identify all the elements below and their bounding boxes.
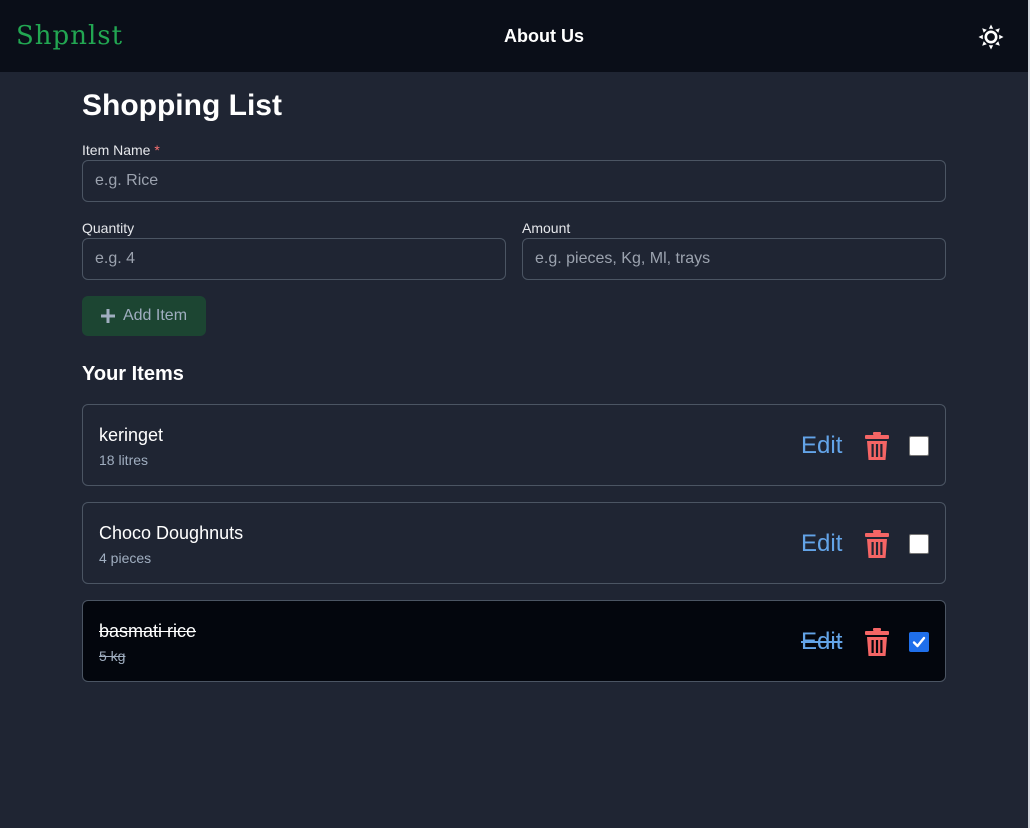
item-quantity: 5 kg: [99, 648, 126, 664]
page-title: Shopping List: [82, 89, 282, 122]
item-name: keringet: [99, 425, 164, 445]
trash-icon: [865, 432, 889, 460]
delete-button[interactable]: [865, 432, 889, 460]
list-item: keringet 18 litres Edit: [82, 404, 946, 486]
item-done-checkbox[interactable]: [909, 534, 929, 554]
theme-toggle-button[interactable]: [976, 22, 1006, 52]
item-name: basmati rice: [99, 621, 197, 641]
item-done-checkbox[interactable]: [909, 436, 929, 456]
checkmark-icon: [912, 636, 926, 648]
your-items-heading: Your Items: [82, 363, 184, 385]
required-asterisk: *: [154, 142, 160, 158]
item-name: Choco Doughnuts: [99, 523, 244, 543]
item-quantity: 4 pieces: [99, 550, 152, 566]
item-name-input[interactable]: [82, 160, 946, 202]
quantity-input[interactable]: [82, 238, 506, 280]
item-quantity: 18 litres: [99, 452, 149, 468]
trash-icon: [865, 530, 889, 558]
delete-button[interactable]: [865, 530, 889, 558]
top-navbar: Shpnlst About Us: [0, 0, 1028, 72]
sun-icon: [978, 24, 1004, 50]
item-done-checkbox[interactable]: [909, 632, 929, 652]
edit-button[interactable]: Edit: [801, 627, 842, 657]
item-name-label-text: Item Name: [82, 142, 151, 158]
app-logo[interactable]: Shpnlst: [16, 20, 123, 52]
list-item-completed: basmati rice 5 kg Edit: [82, 600, 946, 682]
item-name-label: Item Name *: [82, 141, 160, 159]
edit-button[interactable]: Edit: [801, 529, 842, 559]
trash-icon: [865, 628, 889, 656]
nav-about-us-link[interactable]: About Us: [504, 24, 584, 48]
delete-button[interactable]: [865, 628, 889, 656]
add-item-button[interactable]: Add Item: [82, 296, 206, 336]
add-item-button-label: Add Item: [122, 307, 188, 324]
plus-icon: [100, 309, 115, 323]
amount-input[interactable]: [522, 238, 946, 280]
edit-button[interactable]: Edit: [801, 431, 842, 461]
quantity-label: Quantity: [82, 220, 135, 236]
list-item: Choco Doughnuts 4 pieces Edit: [82, 502, 946, 584]
amount-label: Amount: [522, 220, 571, 236]
